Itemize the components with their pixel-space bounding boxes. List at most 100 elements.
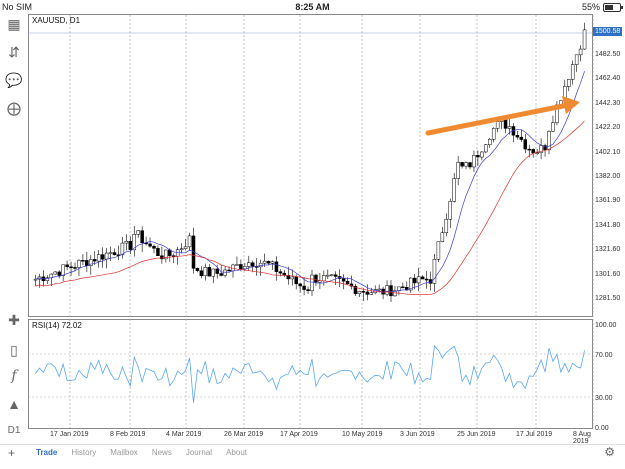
rsi-tick-label: 0.00 — [595, 425, 609, 432]
candle-body — [235, 264, 239, 266]
candle-body — [223, 269, 227, 276]
tab-history[interactable]: History — [71, 448, 96, 457]
candle-body — [507, 126, 512, 129]
candle-body — [369, 292, 373, 295]
tab-journal[interactable]: Journal — [186, 448, 212, 457]
candle-body — [199, 270, 204, 277]
candle-body — [160, 255, 164, 260]
candle-body — [251, 262, 255, 267]
candle-body — [472, 155, 476, 168]
price-tick-label: 1321.60 — [595, 246, 621, 254]
candle-body — [440, 232, 445, 242]
candle-body — [136, 230, 140, 235]
candle-body — [357, 291, 362, 294]
candle-body — [306, 289, 310, 292]
date-tick-label: 10 May 2019 — [342, 431, 383, 438]
candle-body — [93, 259, 97, 262]
tab-news[interactable]: News — [152, 448, 172, 457]
candle-body — [73, 267, 77, 269]
candle-body — [227, 269, 231, 272]
candle-body — [333, 274, 338, 277]
candle-body — [298, 283, 302, 287]
date-tick-label: 17 Jan 2019 — [50, 431, 89, 438]
trend-arrow-line — [425, 102, 571, 136]
rsi-tick-label: 70.00 — [595, 352, 613, 359]
candle-body — [148, 243, 152, 247]
candle-body — [401, 286, 405, 289]
function-icon[interactable]: f — [4, 366, 24, 386]
candle-body — [219, 273, 223, 276]
tab-trade[interactable]: Trade — [36, 448, 57, 457]
candle-body — [448, 201, 452, 220]
candle-body — [104, 252, 109, 260]
price-tick-label: 1442.30 — [595, 99, 621, 107]
candle-body — [270, 261, 275, 264]
shapes-icon[interactable]: ▲ — [4, 394, 24, 414]
candle-body — [65, 264, 69, 268]
candle-body — [365, 291, 370, 295]
candle-body — [547, 130, 551, 151]
price-tick-label: 1422.20 — [595, 124, 621, 132]
candle-body — [274, 261, 279, 272]
candle-body — [57, 271, 61, 276]
chart-canvas[interactable] — [28, 14, 625, 444]
price-tick-label: 1402.10 — [595, 148, 621, 156]
bottom-tab-bar: + Trade History Mailbox News Journal About ⚙ — [0, 444, 625, 461]
candle-body — [330, 274, 334, 277]
candle-body — [211, 268, 215, 277]
price-tick-label: 1301.60 — [595, 270, 621, 278]
candle-body — [266, 260, 271, 264]
candle-body — [515, 135, 520, 138]
candle-body — [53, 271, 57, 275]
candle-body — [207, 267, 212, 277]
price-axis: 1482.50 1462.40 1442.30 1422.20 1402.10 1382.… — [593, 14, 625, 444]
chart-icon[interactable]: ▦ — [4, 14, 24, 34]
candle-body — [535, 152, 539, 155]
rsi-tick-label: 30.00 — [595, 395, 613, 402]
candle-body — [452, 178, 456, 202]
settings-icon[interactable]: ⚙ — [604, 445, 615, 459]
candle-body — [61, 264, 65, 276]
candle-body — [531, 149, 535, 154]
candles-icon[interactable]: ▯ — [4, 340, 24, 360]
price-tick-label: 1341.80 — [595, 221, 621, 229]
candle-body — [420, 276, 425, 280]
trade-icon[interactable]: ⇵ — [4, 42, 24, 62]
candle-body — [416, 276, 421, 284]
candle-body — [302, 285, 306, 290]
candle-body — [322, 275, 326, 282]
price-tick-label: 1382.00 — [595, 173, 621, 180]
price-tick-label: 1482.50 — [595, 51, 621, 58]
price-tick-label: 1361.90 — [595, 197, 621, 205]
candle-body — [412, 277, 417, 284]
candle-body — [314, 274, 318, 283]
date-tick-label: 17 Apr 2019 — [280, 431, 318, 438]
tab-about[interactable]: About — [226, 448, 247, 457]
tab-mailbox[interactable]: Mailbox — [110, 448, 138, 457]
candle-body — [239, 264, 243, 270]
candle-body — [278, 271, 283, 274]
candle-body — [444, 218, 449, 233]
candle-body — [582, 29, 587, 50]
candle-body — [247, 262, 251, 267]
left-toolbar: ▦ ⇵ 💬 ⨁ ✚ ▯ f ▲ D1 — [0, 14, 28, 444]
crosshair-icon[interactable]: ✚ — [4, 310, 24, 330]
candle-body — [503, 119, 508, 129]
candle-body — [294, 276, 298, 285]
date-tick-label: 8 Aug 2019 — [573, 431, 591, 445]
add-icon[interactable]: + — [8, 446, 15, 460]
candle-body — [361, 291, 366, 293]
candle-body — [468, 162, 472, 168]
candle-body — [567, 79, 571, 87]
candle-body — [341, 278, 346, 282]
new-order-icon[interactable]: ⨁ — [4, 98, 24, 118]
candle-body — [100, 254, 105, 260]
fast-moving-average-line — [35, 71, 585, 293]
chat-icon[interactable]: 💬 — [4, 70, 24, 90]
candle-body — [574, 54, 579, 65]
candle-body — [262, 260, 267, 264]
timeframe-button[interactable]: D1 — [4, 420, 24, 440]
price-chart[interactable]: XAUUSD, D1 RSI(14) 72.02 1482.50 1462.40 1… — [28, 14, 625, 445]
candle-body — [464, 162, 468, 167]
candle-body — [551, 122, 555, 132]
